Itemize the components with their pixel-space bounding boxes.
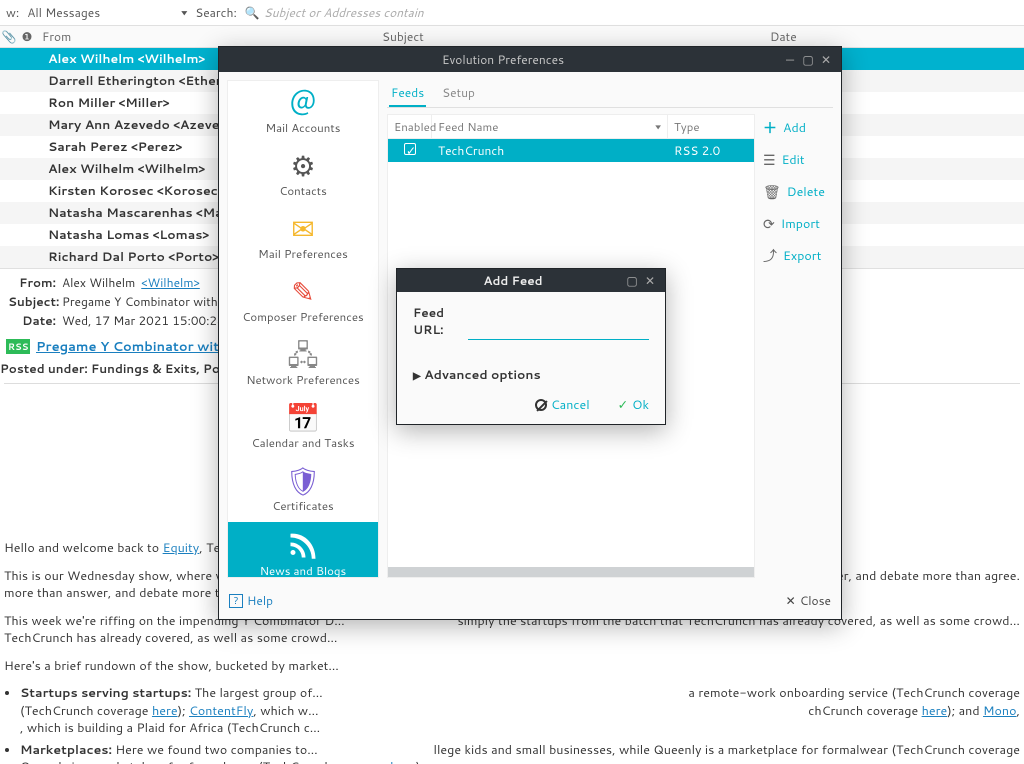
feed-url-input[interactable] [468, 322, 649, 340]
close-button[interactable]: ✕ Close [786, 592, 831, 609]
tab-setup[interactable]: Setup [440, 80, 477, 107]
feed-actions: ＋ Add ☰ Edit 🗑 Delete ⟳ Import [755, 114, 833, 578]
col-type[interactable]: Type [668, 115, 754, 138]
sort-chevron-icon: ▾ [655, 121, 661, 133]
preferences-sidebar: ＠ Mail Accounts ⚙ Contacts ✉ Mail Prefer… [227, 80, 379, 578]
compose-icon: ✎ [291, 278, 314, 306]
preferences-titlebar[interactable]: Evolution Preferences — ▢ ✕ [219, 47, 841, 72]
search-icon: 🔍 [245, 4, 260, 21]
import-icon: ⟳ [763, 214, 775, 234]
rss-badge: RSS [6, 339, 30, 354]
list-item: Startups serving startups: The largest g… [20, 685, 1020, 738]
attachment-column-icon[interactable]: 📎 [0, 26, 18, 47]
subject-column[interactable]: Subject [376, 26, 764, 47]
add-feed-button[interactable]: ＋ Add [763, 118, 831, 138]
coverage-link[interactable]: here [922, 702, 948, 720]
add-feed-dialog: Add Feed ▢ ✕ Feed URL: ▶ Advanced option… [396, 268, 666, 425]
date-column[interactable]: Date [764, 26, 1024, 47]
help-icon: ? [229, 594, 243, 608]
rss-icon [288, 530, 318, 560]
delete-feed-button[interactable]: 🗑 Delete [763, 182, 831, 202]
network-icon: 🖧 [287, 341, 318, 369]
category-mail-accounts[interactable]: ＠ Mail Accounts [228, 81, 378, 144]
flag-column-icon[interactable]: ❶ [18, 26, 36, 47]
export-icon: ⤴ [763, 246, 777, 266]
close-icon[interactable]: ✕ [817, 51, 835, 68]
close-icon: ✕ [786, 592, 796, 609]
list-item: Marketplaces: Here we found two companie… [20, 742, 1020, 764]
feed-row[interactable]: ✓ TechCrunch RSS 2.0 [388, 139, 754, 162]
ok-button[interactable]: ✓ Ok [618, 396, 649, 414]
from-label: From: [8, 274, 56, 291]
close-icon[interactable]: ✕ [641, 272, 659, 289]
feed-type: RSS 2.0 [668, 139, 754, 162]
category-contacts[interactable]: ⚙ Contacts [228, 144, 378, 207]
coverage-link[interactable]: here [390, 758, 416, 764]
preferences-tabs: Feeds Setup [387, 80, 833, 108]
from-name: Alex Wilhelm [62, 274, 135, 291]
feed-url-label: Feed URL: [413, 304, 464, 338]
cancel-icon [535, 399, 547, 411]
checkbox-checked-icon[interactable]: ✓ [404, 143, 416, 155]
trash-icon: 🗑 [763, 182, 781, 202]
import-feed-button[interactable]: ⟳ Import [763, 214, 831, 234]
feed-name: TechCrunch [432, 139, 668, 162]
toolbar: w: All Messages ▾ Search: 🔍 Subject or A… [0, 0, 1024, 26]
add-feed-title: Add Feed [403, 272, 623, 289]
gear-icon: ⚙ [290, 152, 315, 180]
horizontal-scrollbar[interactable] [388, 567, 754, 577]
plus-icon: ＋ [763, 118, 777, 138]
add-feed-titlebar[interactable]: Add Feed ▢ ✕ [397, 269, 665, 292]
equity-link[interactable]: Equity [163, 539, 200, 557]
maximize-icon[interactable]: ▢ [623, 272, 641, 289]
at-icon: ＠ [289, 89, 317, 117]
search-input[interactable]: 🔍 Subject or Addresses contain [245, 4, 424, 21]
tab-feeds[interactable]: Feeds [389, 80, 426, 107]
export-feed-button[interactable]: ⤴ Export [763, 246, 831, 266]
feed-list-header: Enabled Feed Name ▾ Type [388, 115, 754, 139]
help-button[interactable]: ? Help [229, 592, 273, 609]
subject-label: Subject: [8, 293, 56, 310]
triangle-right-icon: ▶ [413, 369, 421, 383]
view-label: w: [6, 4, 19, 21]
category-mail-preferences[interactable]: ✉ Mail Preferences [228, 207, 378, 270]
coverage-link[interactable]: here [152, 702, 178, 720]
preferences-title: Evolution Preferences [225, 51, 781, 68]
minimize-icon[interactable]: — [781, 51, 799, 68]
chevron-down-icon: ▾ [181, 7, 187, 19]
date-label: Date: [8, 312, 56, 329]
mono-link[interactable]: Mono [983, 702, 1016, 720]
view-filter-dropdown[interactable]: All Messages ▾ [27, 4, 187, 21]
advanced-options-toggle[interactable]: ▶ Advanced options [413, 366, 649, 384]
category-network-preferences[interactable]: 🖧 Network Preferences [228, 333, 378, 396]
col-feed-name[interactable]: Feed Name ▾ [432, 115, 668, 138]
contentfly-link[interactable]: ContentFly [189, 702, 253, 720]
category-news-blogs[interactable]: News and Blogs [228, 522, 378, 578]
maximize-icon[interactable]: ▢ [799, 51, 817, 68]
list-icon: ☰ [763, 150, 776, 170]
message-list-header: 📎 ❶ From Subject Date [0, 26, 1024, 48]
envelope-icon: ✉ [291, 215, 314, 243]
category-calendar-tasks[interactable]: 📅 Calendar and Tasks [228, 396, 378, 459]
edit-feed-button[interactable]: ☰ Edit [763, 150, 831, 170]
from-column[interactable]: From [36, 26, 376, 47]
view-filter-value: All Messages [27, 4, 100, 21]
category-composer-preferences[interactable]: ✎ Composer Preferences [228, 270, 378, 333]
shield-icon: 🛡 [285, 467, 321, 495]
preferences-footer: ? Help ✕ Close [219, 586, 841, 619]
from-link[interactable]: <Wilhelm> [141, 274, 200, 291]
category-certificates[interactable]: 🛡 Certificates [228, 459, 378, 522]
search-label: Search: [195, 4, 237, 21]
col-enabled[interactable]: Enabled [388, 115, 432, 138]
cancel-button[interactable]: Cancel [535, 396, 590, 414]
search-placeholder: Subject or Addresses contain [264, 4, 424, 21]
check-icon: ✓ [618, 396, 628, 414]
calendar-icon: 📅 [286, 404, 321, 432]
